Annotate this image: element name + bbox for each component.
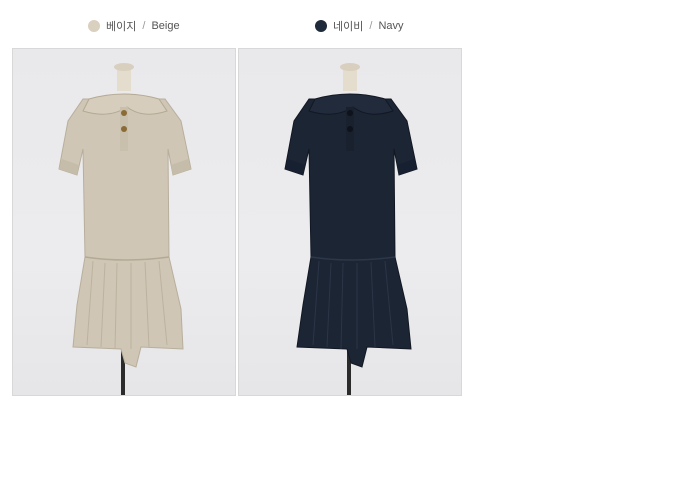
color-option-beige[interactable]: 베이지 / Beige xyxy=(88,18,180,34)
beige-swatch-icon xyxy=(88,20,100,32)
navy-swatch-icon xyxy=(315,20,327,32)
product-photo-beige[interactable] xyxy=(12,48,236,396)
product-photo-navy[interactable] xyxy=(238,48,462,396)
beige-dress-illustration xyxy=(58,63,192,395)
navy-english-label: Navy xyxy=(378,20,404,32)
beige-english-label: Beige xyxy=(151,20,180,32)
color-option-navy[interactable]: 네이비 / Navy xyxy=(315,18,404,34)
navy-korean-label: 네이비 xyxy=(333,21,364,33)
navy-dress-illustration xyxy=(284,63,418,395)
beige-korean-label: 베이지 xyxy=(106,21,137,33)
